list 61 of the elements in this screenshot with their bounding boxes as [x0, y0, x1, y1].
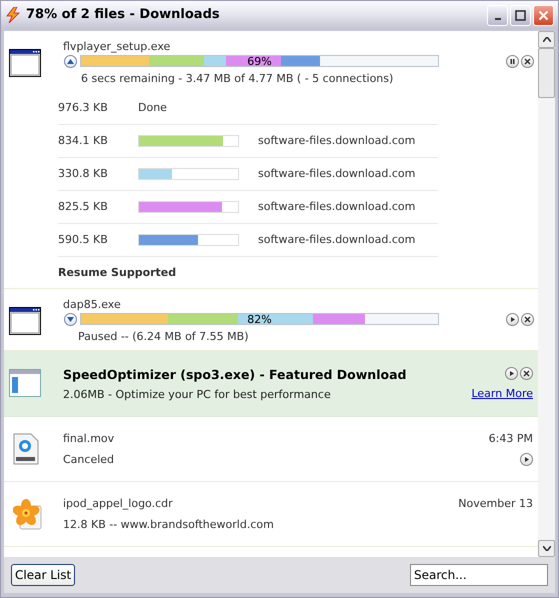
file-name: dap85.exe [63, 297, 122, 312]
percent-label: 82% [246, 314, 273, 324]
application-window-icon [9, 307, 41, 335]
connection-size: 834.1 KB [58, 132, 109, 149]
up-arrow-icon [67, 58, 74, 64]
search-field[interactable]: Search... [410, 564, 548, 586]
application-window-icon [9, 369, 41, 397]
maximize-button[interactable] [510, 4, 531, 26]
down-arrow-icon [67, 316, 74, 322]
expand-toggle[interactable] [64, 54, 77, 68]
connection-host: software-files.download.com [258, 198, 416, 215]
download-time: November 13 [458, 496, 533, 512]
movie-file-icon [13, 433, 39, 465]
connection-host: software-files.download.com [258, 232, 416, 248]
file-name: flvplayer_setup.exe [63, 39, 172, 54]
cancel-button[interactable] [521, 312, 534, 326]
close-icon [523, 56, 532, 66]
pause-icon [508, 56, 517, 66]
download-status: 6 secs remaining - 3.47 MB of 4.77 MB ( - 5 connections) [81, 72, 394, 86]
close-button[interactable] [533, 4, 554, 26]
download-status: Paused -- (6.24 MB of 7.55 MB) [78, 330, 250, 344]
scrollbar[interactable] [538, 31, 555, 557]
file-name: final.mov [63, 431, 116, 446]
connection-size: 976.3 KB [58, 100, 109, 116]
pause-button[interactable] [506, 54, 519, 68]
file-name: ipod_appel_logo.cdr [63, 496, 174, 511]
minimize-icon [494, 18, 500, 20]
minimize-button[interactable] [487, 4, 508, 26]
featured-description: 2.06MB - Optimize your PC for best performance [63, 387, 332, 403]
play-button[interactable] [520, 452, 533, 466]
play-icon [507, 369, 516, 378]
connection-host: software-files.download.com [258, 132, 416, 149]
cancel-button[interactable] [520, 367, 533, 380]
maximize-icon [514, 8, 527, 22]
download-status: Canceled [63, 452, 116, 468]
flower-file-icon [13, 498, 43, 530]
download-time: 6:43 PM [488, 431, 533, 447]
play-button[interactable] [506, 312, 519, 326]
connection-size: 330.8 KB [58, 166, 109, 182]
resume-note: Resume Supported [58, 265, 178, 281]
play-button[interactable] [505, 367, 518, 380]
download-status: 12.8 KB -- www.brandsoftheworld.com [63, 517, 275, 533]
play-icon [508, 314, 517, 324]
cancel-button[interactable] [521, 54, 534, 68]
expand-toggle[interactable] [64, 312, 77, 326]
close-icon [537, 8, 550, 22]
clear-list-button[interactable]: Clear List [11, 564, 76, 586]
connection-status: Done [138, 100, 167, 116]
connection-size: 590.5 KB [58, 232, 109, 248]
connection-host: software-files.download.com [258, 166, 416, 182]
close-icon [523, 314, 532, 324]
scroll-thumb[interactable] [538, 48, 555, 98]
percent-label: 69% [246, 56, 273, 66]
learn-more-link[interactable]: Learn More [471, 386, 533, 402]
lightning-icon [5, 7, 21, 23]
application-window-icon [9, 49, 41, 77]
play-icon [522, 454, 531, 464]
featured-title: SpeedOptimizer (spo3.exe) - Featured Download [63, 367, 408, 383]
connection-size: 825.5 KB [58, 198, 109, 215]
close-icon [522, 369, 531, 378]
window-title: 78% of 2 files - Downloads [26, 6, 220, 24]
